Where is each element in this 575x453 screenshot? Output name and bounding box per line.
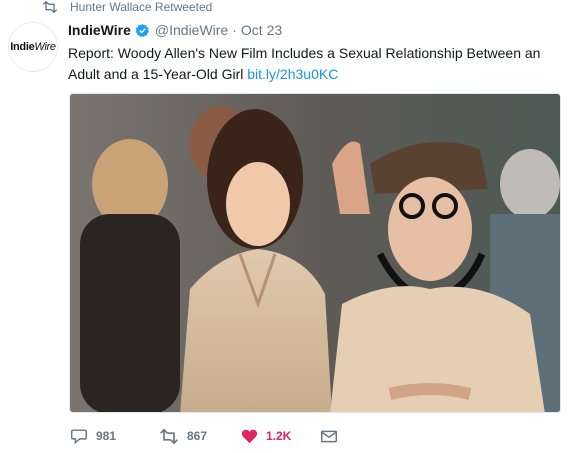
tweet-text: Report: Woody Allen's New Film Includes … [68, 43, 558, 85]
author-handle[interactable]: @IndieWire [155, 22, 228, 38]
like-count: 1.2K [266, 429, 292, 443]
direct-message-button[interactable] [321, 430, 337, 443]
header-separator: · [232, 22, 237, 38]
retweet-button[interactable]: 867 [159, 428, 241, 444]
envelope-icon [321, 430, 337, 442]
reply-icon [71, 429, 87, 444]
retweet-context-text[interactable]: Hunter Wallace Retweeted [70, 1, 212, 13]
photo-illustration [70, 94, 560, 412]
verified-badge-icon [135, 23, 149, 37]
avatar[interactable]: IndieWire [8, 22, 58, 72]
author-display-name[interactable]: IndieWire [68, 22, 131, 38]
heart-icon [241, 429, 258, 444]
tweet-link[interactable]: bit.ly/2h3u0KC [247, 66, 338, 82]
retweet-context: Hunter Wallace Retweeted [42, 0, 212, 14]
like-button[interactable]: 1.2K [241, 428, 321, 444]
tweet-date[interactable]: Oct 23 [241, 22, 282, 38]
tweet-header: IndieWire @IndieWire · Oct 23 [68, 22, 282, 38]
tweet-actions: 981 867 1.2K [70, 428, 337, 444]
indiewire-logo: IndieWire [10, 41, 56, 53]
retweet-count: 867 [187, 429, 208, 443]
reply-button[interactable]: 981 [70, 428, 159, 444]
retweet-icon [42, 1, 58, 13]
reply-count: 981 [96, 429, 117, 443]
tweet-photo[interactable] [69, 93, 561, 413]
retweet-icon [160, 428, 178, 444]
